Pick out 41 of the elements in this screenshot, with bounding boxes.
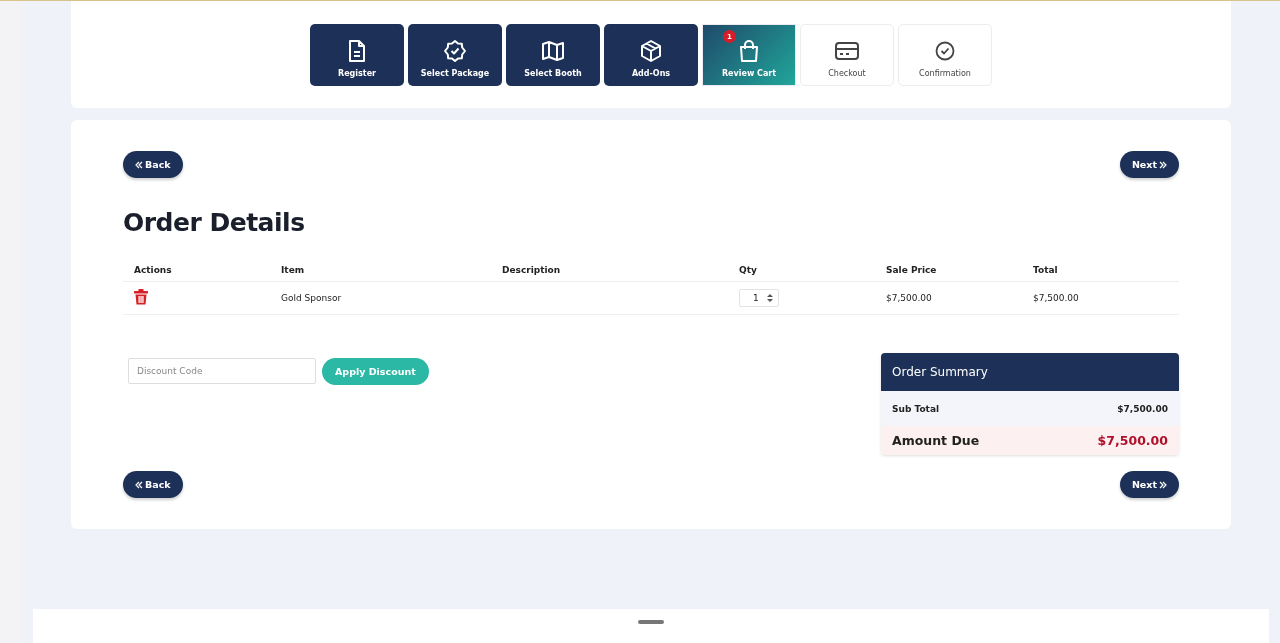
table-cell: Gold Sponsor: [270, 281, 491, 315]
discount-code-field[interactable]: Discount Code: [128, 358, 316, 384]
double-chevron-right-icon: [1159, 480, 1167, 489]
column-header: Actions: [123, 265, 270, 282]
step-tab[interactable]: Add-Ons: [604, 24, 698, 86]
map-icon: [541, 39, 565, 62]
credit-card-icon: [834, 40, 860, 61]
check-circle-icon: [935, 40, 955, 61]
summary-header: Order Summary: [881, 353, 1179, 391]
table-cell: $7,500.00: [1022, 281, 1179, 315]
step-tab[interactable]: Select Package: [408, 24, 502, 86]
column-header: Qty: [728, 265, 875, 282]
summary-label: Sub Total: [892, 403, 940, 414]
column-header: Sale Price: [875, 265, 1022, 282]
next-button[interactable]: Next: [1119, 471, 1179, 498]
page-title: Order Details: [123, 208, 306, 237]
double-chevron-left-icon: [135, 480, 143, 489]
double-chevron-right-icon: [1159, 160, 1167, 169]
step-tab[interactable]: Register: [310, 24, 404, 86]
quantity-field[interactable]: 1: [739, 289, 779, 307]
next-button[interactable]: Next: [1119, 151, 1179, 178]
double-chevron-left-icon: [135, 160, 143, 169]
summary-value: $7,500.00: [1117, 403, 1168, 414]
document-icon: [346, 38, 368, 63]
box-icon: [639, 38, 663, 63]
back-button[interactable]: Back: [123, 151, 183, 178]
step-tab[interactable]: Checkout: [800, 24, 894, 86]
shopping-bag-icon: [738, 38, 760, 63]
back-button[interactable]: Back: [123, 471, 183, 498]
drag-handle[interactable]: [638, 620, 664, 624]
column-header: Item: [270, 265, 491, 282]
badge-check-icon: [443, 38, 467, 63]
column-header: Total: [1022, 265, 1179, 282]
spinner-arrows-icon: [766, 293, 773, 303]
amount-due-value: $7,500.00: [1097, 433, 1168, 448]
amount-due-label: Amount Due: [892, 433, 980, 448]
step-tab[interactable]: Confirmation: [898, 24, 992, 86]
trash-icon[interactable]: [134, 289, 148, 305]
column-header: Description: [491, 265, 728, 282]
step-tab[interactable]: Select Booth: [506, 24, 600, 86]
table-cell: $7,500.00: [875, 281, 1022, 315]
